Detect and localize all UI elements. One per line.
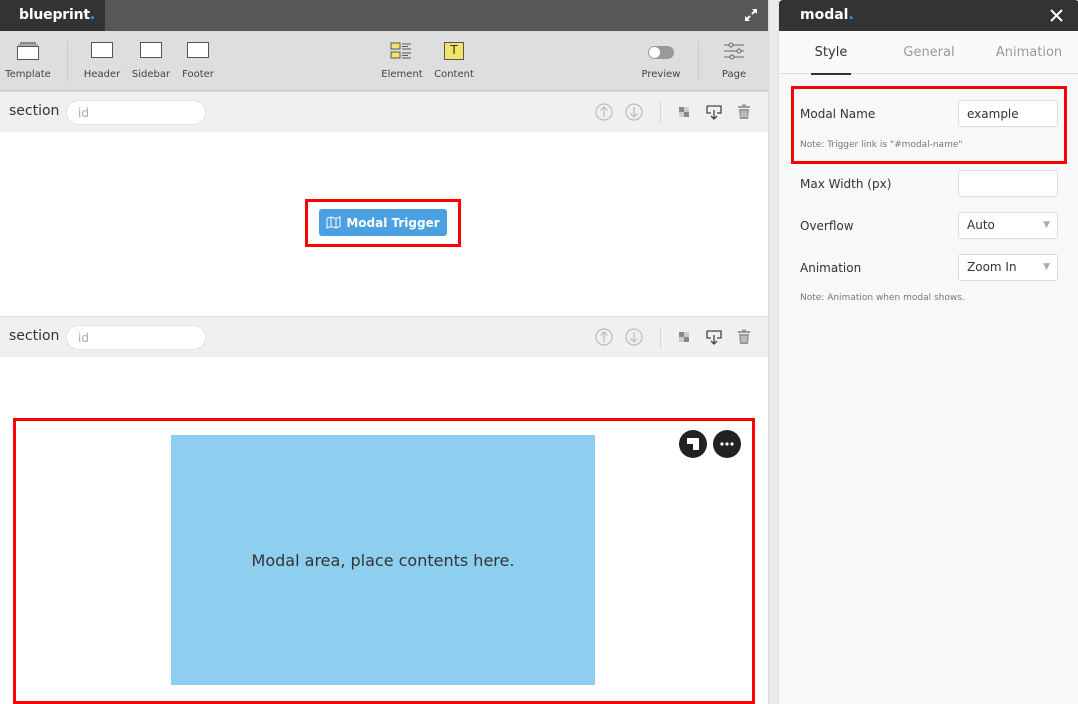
pane-divider[interactable] — [768, 0, 778, 704]
move-up-icon[interactable] — [594, 327, 614, 347]
header-icon — [91, 42, 113, 58]
max-width-label: Max Width (px) — [800, 177, 892, 191]
tool-template[interactable]: Template — [2, 31, 54, 91]
overflow-label: Overflow — [800, 219, 854, 233]
tool-element[interactable]: Element — [380, 31, 424, 91]
toolbar-divider — [67, 41, 68, 81]
more-icon — [720, 442, 734, 446]
panel-title-dot: . — [848, 7, 854, 23]
section-id-input[interactable] — [66, 325, 206, 350]
modal-name-input[interactable] — [958, 100, 1058, 127]
modal-placeholder-text: Modal area, place contents here. — [251, 550, 515, 570]
editor-pane: blueprint. Template Header Sidebar Foote… — [0, 0, 768, 704]
tool-footer-label: Footer — [182, 69, 214, 80]
animation-select[interactable]: Zoom In ▼ — [958, 254, 1058, 281]
tools-divider — [660, 327, 661, 349]
toolbar-divider — [698, 41, 699, 81]
section-label: section — [9, 103, 60, 119]
section-tools — [594, 327, 754, 349]
tool-preview[interactable]: Preview — [638, 31, 684, 91]
tool-header-label: Header — [83, 69, 121, 80]
map-icon — [326, 216, 341, 229]
move-down-icon[interactable] — [624, 102, 644, 122]
expand-icon[interactable] — [744, 8, 758, 22]
trash-icon[interactable] — [734, 327, 754, 347]
tool-footer[interactable]: Footer — [176, 31, 220, 91]
background-icon[interactable] — [674, 102, 694, 122]
tool-content[interactable]: T Content — [432, 31, 476, 91]
tab-general[interactable]: General — [899, 31, 959, 74]
element-icon — [390, 42, 411, 59]
insert-below-icon[interactable] — [704, 327, 724, 347]
chevron-down-icon: ▼ — [1043, 262, 1050, 272]
main-toolbar: Template Header Sidebar Footer Element T… — [0, 31, 768, 91]
animation-label: Animation — [800, 261, 862, 275]
brand-logo: blueprint. — [0, 0, 105, 31]
overflow-select[interactable]: Auto ▼ — [958, 212, 1058, 239]
brand-dot: . — [89, 7, 95, 23]
panel-title-text: modal — [800, 7, 849, 23]
section-label: section — [9, 328, 60, 344]
tool-sidebar[interactable]: Sidebar — [129, 31, 173, 91]
section-tools — [594, 102, 754, 124]
modal-name-note: Note: Trigger link is "#modal-name" — [800, 140, 963, 150]
insert-below-icon[interactable] — [704, 102, 724, 122]
section-bar: section — [0, 91, 768, 132]
tool-element-label: Element — [381, 69, 423, 80]
panel-title: modal. — [800, 0, 854, 31]
content-icon: T — [444, 42, 464, 60]
settings-panel: modal. Style General Animation Modal Nam… — [778, 0, 1078, 704]
close-icon[interactable] — [1050, 9, 1063, 22]
section-bar: section — [0, 316, 768, 357]
tools-divider — [660, 102, 661, 124]
preview-toggle-icon[interactable] — [648, 46, 674, 59]
template-icon — [17, 42, 39, 60]
animation-value: Zoom In — [967, 260, 1017, 274]
move-up-icon[interactable] — [594, 102, 614, 122]
tool-page[interactable]: Page — [712, 31, 756, 91]
tool-content-label: Content — [434, 69, 474, 80]
footer-icon — [187, 42, 209, 58]
modal-more-button[interactable] — [713, 430, 741, 458]
background-icon — [687, 438, 699, 450]
modal-area[interactable]: Modal area, place contents here. — [171, 435, 595, 685]
panel-header: modal. — [779, 0, 1078, 31]
sidebar-icon — [140, 42, 162, 58]
overflow-value: Auto — [967, 218, 995, 232]
modal-trigger-label: Modal Trigger — [346, 215, 440, 230]
editor-titlebar: blueprint. — [0, 0, 768, 31]
tool-template-label: Template — [5, 69, 51, 80]
chevron-down-icon: ▼ — [1043, 220, 1050, 230]
tab-animation[interactable]: Animation — [994, 31, 1064, 74]
panel-tabs: Style General Animation — [779, 31, 1078, 75]
background-icon[interactable] — [674, 327, 694, 347]
brand-name: blueprint — [19, 7, 90, 23]
max-width-input[interactable] — [958, 170, 1058, 197]
trash-icon[interactable] — [734, 102, 754, 122]
tab-style[interactable]: Style — [811, 31, 851, 75]
sliders-icon — [724, 42, 744, 60]
tool-preview-label: Preview — [641, 69, 681, 80]
modal-name-label: Modal Name — [800, 107, 876, 121]
animation-note: Note: Animation when modal shows. — [800, 293, 965, 303]
modal-trigger-button[interactable]: Modal Trigger — [319, 209, 447, 236]
modal-background-button[interactable] — [679, 430, 707, 458]
section-id-input[interactable] — [66, 100, 206, 125]
tool-header[interactable]: Header — [80, 31, 124, 91]
move-down-icon[interactable] — [624, 327, 644, 347]
tool-sidebar-label: Sidebar — [131, 69, 171, 80]
tool-page-label: Page — [721, 69, 747, 80]
